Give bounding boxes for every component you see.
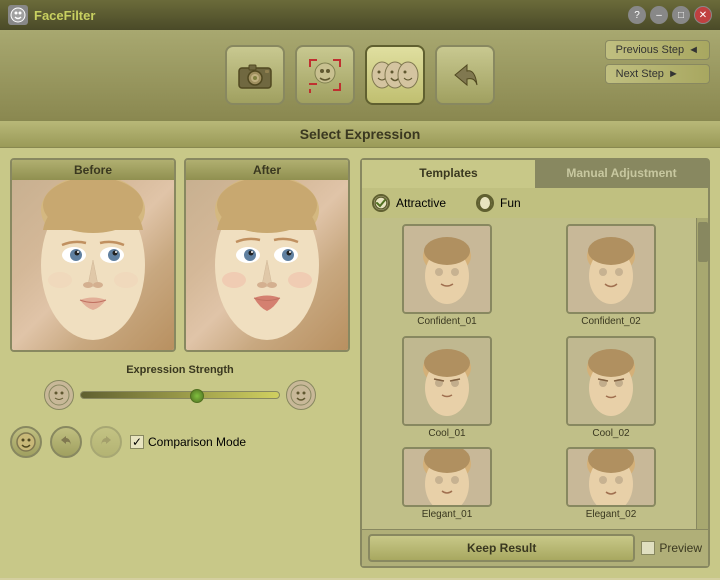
strength-label: Expression Strength	[126, 364, 234, 376]
template-label-confident-02: Confident_02	[581, 316, 641, 327]
template-face-confident-02	[566, 224, 656, 314]
category-row: Attractive Fun	[362, 188, 708, 218]
before-after-container: Before	[10, 158, 350, 352]
templates-grid-container: Confident_01	[362, 218, 708, 529]
strength-face-right	[286, 380, 316, 410]
before-image-box: Before	[10, 158, 176, 352]
strength-slider-track[interactable]	[80, 391, 280, 399]
title-bar: FaceFilter ? – □ ✕	[0, 0, 720, 30]
prev-arrow-icon: ◄	[688, 44, 699, 56]
nav-buttons: Previous Step ◄ Next Step ►	[605, 40, 710, 84]
keep-result-button[interactable]: Keep Result	[368, 534, 635, 562]
templates-grid: Confident_01	[362, 218, 696, 529]
bottom-controls: ✓ Comparison Mode	[10, 422, 350, 462]
comparison-mode-checkbox[interactable]: ✓	[130, 435, 144, 449]
template-label-confident-01: Confident_01	[417, 316, 477, 327]
preview-checkbox[interactable]	[641, 541, 655, 555]
comparison-mode-label: Comparison Mode	[148, 435, 246, 449]
comparison-mode-row: ✓ Comparison Mode	[130, 435, 246, 449]
fun-label: Fun	[500, 196, 521, 210]
after-face-image	[186, 180, 348, 350]
strength-face-left	[44, 380, 74, 410]
main-content: Before	[0, 148, 720, 578]
template-confident-01[interactable]: Confident_01	[368, 224, 526, 330]
template-label-cool-01: Cool_01	[428, 428, 465, 439]
right-panel: Templates Manual Adjustment Attractive	[360, 158, 710, 568]
template-face-elegant-01	[402, 447, 492, 507]
app-icon	[8, 5, 28, 25]
next-arrow-icon: ►	[668, 68, 679, 80]
category-attractive[interactable]: Attractive	[372, 194, 446, 212]
help-button[interactable]: ?	[628, 6, 646, 24]
template-cool-01[interactable]: Cool_01	[368, 336, 526, 442]
preview-row: Preview	[641, 541, 702, 555]
tab-templates[interactable]: Templates	[362, 160, 535, 188]
strength-slider-thumb[interactable]	[190, 389, 204, 403]
template-label-elegant-02: Elegant_02	[586, 509, 637, 520]
attractive-radio	[372, 194, 390, 212]
undo-button[interactable]	[50, 426, 82, 458]
toolbar: Previous Step ◄ Next Step ►	[0, 30, 720, 120]
preview-label: Preview	[659, 541, 702, 555]
step-title: Select Expression	[0, 120, 720, 148]
template-face-elegant-02	[566, 447, 656, 507]
tabs-row: Templates Manual Adjustment	[362, 160, 708, 188]
detect-tool-button[interactable]	[295, 45, 355, 105]
template-label-cool-02: Cool_02	[592, 428, 629, 439]
after-image-box: After	[184, 158, 350, 352]
template-label-elegant-01: Elegant_01	[422, 509, 473, 520]
before-face-image	[12, 180, 174, 350]
template-elegant-02[interactable]: Elegant_02	[532, 447, 690, 523]
template-face-cool-01	[402, 336, 492, 426]
prev-step-button[interactable]: Previous Step ◄	[605, 40, 710, 60]
strength-slider-row	[44, 380, 316, 410]
window-controls: ? – □ ✕	[628, 6, 712, 24]
template-confident-02[interactable]: Confident_02	[532, 224, 690, 330]
template-face-cool-02	[566, 336, 656, 426]
prev-step-label: Previous Step	[616, 44, 684, 56]
smiley-button[interactable]	[10, 426, 42, 458]
template-elegant-01[interactable]: Elegant_01	[368, 447, 526, 523]
before-label: Before	[12, 160, 174, 180]
camera-tool-button[interactable]	[225, 45, 285, 105]
redo-button[interactable]	[90, 426, 122, 458]
maximize-button[interactable]: □	[672, 6, 690, 24]
bottom-bar: Keep Result Preview	[362, 529, 708, 566]
expression-tool-button[interactable]	[365, 45, 425, 105]
expression-strength-section: Expression Strength	[10, 360, 350, 414]
minimize-button[interactable]: –	[650, 6, 668, 24]
left-panel: Before	[10, 158, 350, 568]
toolbar-icons	[225, 45, 495, 105]
back-tool-button[interactable]	[435, 45, 495, 105]
app-title: FaceFilter	[34, 8, 95, 23]
template-face-confident-01	[402, 224, 492, 314]
next-step-label: Next Step	[616, 68, 664, 80]
templates-scrollbar[interactable]	[696, 218, 708, 529]
category-fun[interactable]: Fun	[476, 194, 521, 212]
attractive-label: Attractive	[396, 196, 446, 210]
template-cool-02[interactable]: Cool_02	[532, 336, 690, 442]
close-button[interactable]: ✕	[694, 6, 712, 24]
tab-manual-adjustment[interactable]: Manual Adjustment	[535, 160, 708, 188]
next-step-button[interactable]: Next Step ►	[605, 64, 710, 84]
after-label: After	[186, 160, 348, 180]
fun-radio	[476, 194, 494, 212]
